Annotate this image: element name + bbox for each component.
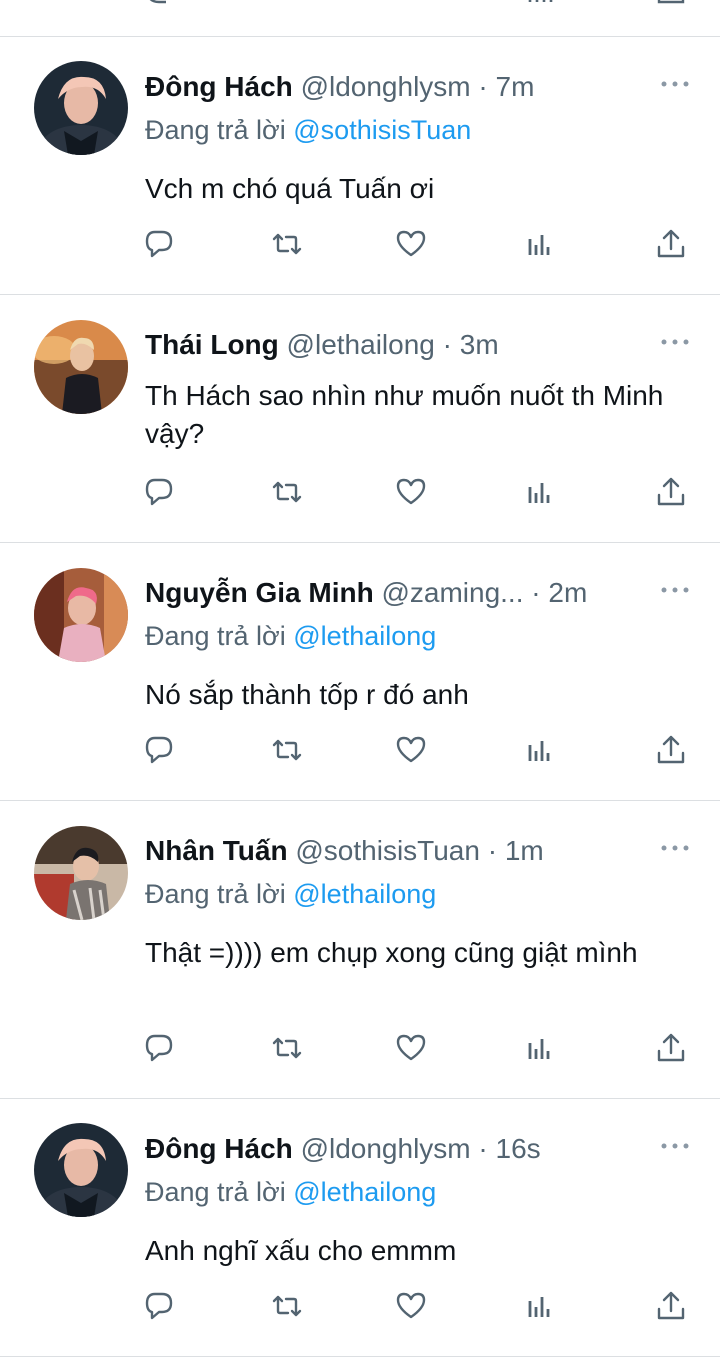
retweet-icon[interactable] [270,1031,304,1065]
replying-to: Đang trả lời @lethailong [145,619,436,653]
like-icon[interactable] [394,227,428,261]
tweet[interactable]: Đông Hách @ldonghlysm · 7m Đang trả lời … [0,37,720,295]
tweet-actions [0,733,720,773]
share-icon[interactable] [656,0,686,6]
replying-to-label: Đang trả lời [145,621,294,651]
mention-link[interactable]: @lethailong [293,1177,436,1207]
more-options-icon[interactable] [660,585,690,595]
retweet-icon[interactable] [274,0,304,6]
reply-icon[interactable] [142,1289,176,1323]
replying-to-label: Đang trả lời [145,1177,294,1207]
mention-link[interactable]: @lethailong [293,879,436,909]
tweet-text: Nó sắp thành tốp r đó anh [145,679,469,710]
like-icon[interactable] [394,733,428,767]
tweet-actions [0,227,720,267]
user-handle[interactable]: @zaming... [381,577,523,608]
replying-to: Đang trả lời @sothisisTuan [145,113,471,147]
analytics-icon[interactable] [526,0,556,6]
user-handle[interactable]: @ldonghlysm [301,1133,471,1164]
reply-icon[interactable] [142,733,176,767]
share-icon[interactable] [654,1031,688,1065]
user-handle[interactable]: @lethailong [287,329,435,360]
analytics-icon[interactable] [522,1289,556,1323]
separator-dot: · [442,329,452,360]
tweet[interactable]: Nguyễn Gia Minh @zaming... · 2m Đang trả… [0,543,720,801]
share-icon[interactable] [654,475,688,509]
display-name[interactable]: Nhân Tuấn [145,835,288,866]
tweet-text: Th Hách sao nhìn như muốn nuốt th Minh v… [145,380,664,449]
display-name[interactable]: Đông Hách [145,1133,293,1164]
more-options-icon[interactable] [660,337,690,347]
retweet-icon[interactable] [270,227,304,261]
avatar[interactable] [34,826,128,920]
share-icon[interactable] [654,733,688,767]
separator-dot: · [487,835,498,866]
tweet-header: Đông Hách @ldonghlysm · 16s [145,1132,541,1166]
timestamp[interactable]: 1m [505,835,544,866]
tweet-text: Thật =)))) em chụp xong cũng giật mình [145,937,638,968]
reply-icon[interactable] [142,475,176,509]
analytics-icon[interactable] [522,1031,556,1065]
user-handle[interactable]: @ldonghlysm [301,71,471,102]
tweet[interactable]: Thái Long @lethailong · 3m Th Hách sao n… [0,295,720,543]
separator-dot: · [531,577,541,608]
analytics-icon[interactable] [522,227,556,261]
share-icon[interactable] [654,1289,688,1323]
tweet-header: Nguyễn Gia Minh @zaming... · 2m [145,576,587,610]
display-name[interactable]: Thái Long [145,329,279,360]
previous-tweet-partial [0,0,720,37]
more-options-icon[interactable] [660,79,690,89]
replying-to-label: Đang trả lời [145,879,294,909]
timestamp[interactable]: 3m [460,329,499,360]
timestamp[interactable]: 7m [496,71,535,102]
reply-icon[interactable] [144,0,174,6]
reply-icon[interactable] [142,227,176,261]
timestamp[interactable]: 16s [496,1133,541,1164]
mention-link[interactable]: @lethailong [293,621,436,651]
timestamp[interactable]: 2m [548,577,587,608]
more-options-icon[interactable] [660,1141,690,1151]
reply-icon[interactable] [142,1031,176,1065]
replying-to: Đang trả lời @lethailong [145,1175,436,1209]
separator-dot: · [478,71,488,102]
tweet-header: Đông Hách @ldonghlysm · 7m [145,70,534,104]
replying-to-label: Đang trả lời [145,115,294,145]
tweet-text: Vch m chó quá Tuấn ơi [145,173,435,204]
retweet-icon[interactable] [270,1289,304,1323]
tweet-header: Thái Long @lethailong · 3m [145,328,499,362]
tweet[interactable]: Nhân Tuấn @sothisisTuan · 1m Đang trả lờ… [0,801,720,1099]
separator-dot: · [478,1133,488,1164]
tweet-header: Nhân Tuấn @sothisisTuan · 1m [145,834,544,868]
like-icon[interactable] [396,0,426,6]
user-handle[interactable]: @sothisisTuan [295,835,480,866]
retweet-icon[interactable] [270,475,304,509]
more-options-icon[interactable] [660,843,690,853]
avatar[interactable] [34,61,128,155]
tweet-text: Anh nghĩ xấu cho emmm [145,1235,457,1266]
display-name[interactable]: Đông Hách [145,71,293,102]
tweet[interactable]: Đông Hách @ldonghlysm · 16s Đang trả lời… [0,1099,720,1357]
retweet-icon[interactable] [270,733,304,767]
tweet-actions [0,475,720,515]
display-name[interactable]: Nguyễn Gia Minh [145,577,374,608]
analytics-icon[interactable] [522,475,556,509]
mention-link[interactable]: @sothisisTuan [293,115,471,145]
avatar[interactable] [34,1123,128,1217]
avatar[interactable] [34,320,128,414]
tweet-actions [0,1289,720,1329]
share-icon[interactable] [654,227,688,261]
like-icon[interactable] [394,1031,428,1065]
like-icon[interactable] [394,475,428,509]
analytics-icon[interactable] [522,733,556,767]
avatar[interactable] [34,568,128,662]
tweet-actions [0,1031,720,1071]
like-icon[interactable] [394,1289,428,1323]
replying-to: Đang trả lời @lethailong [145,877,436,911]
